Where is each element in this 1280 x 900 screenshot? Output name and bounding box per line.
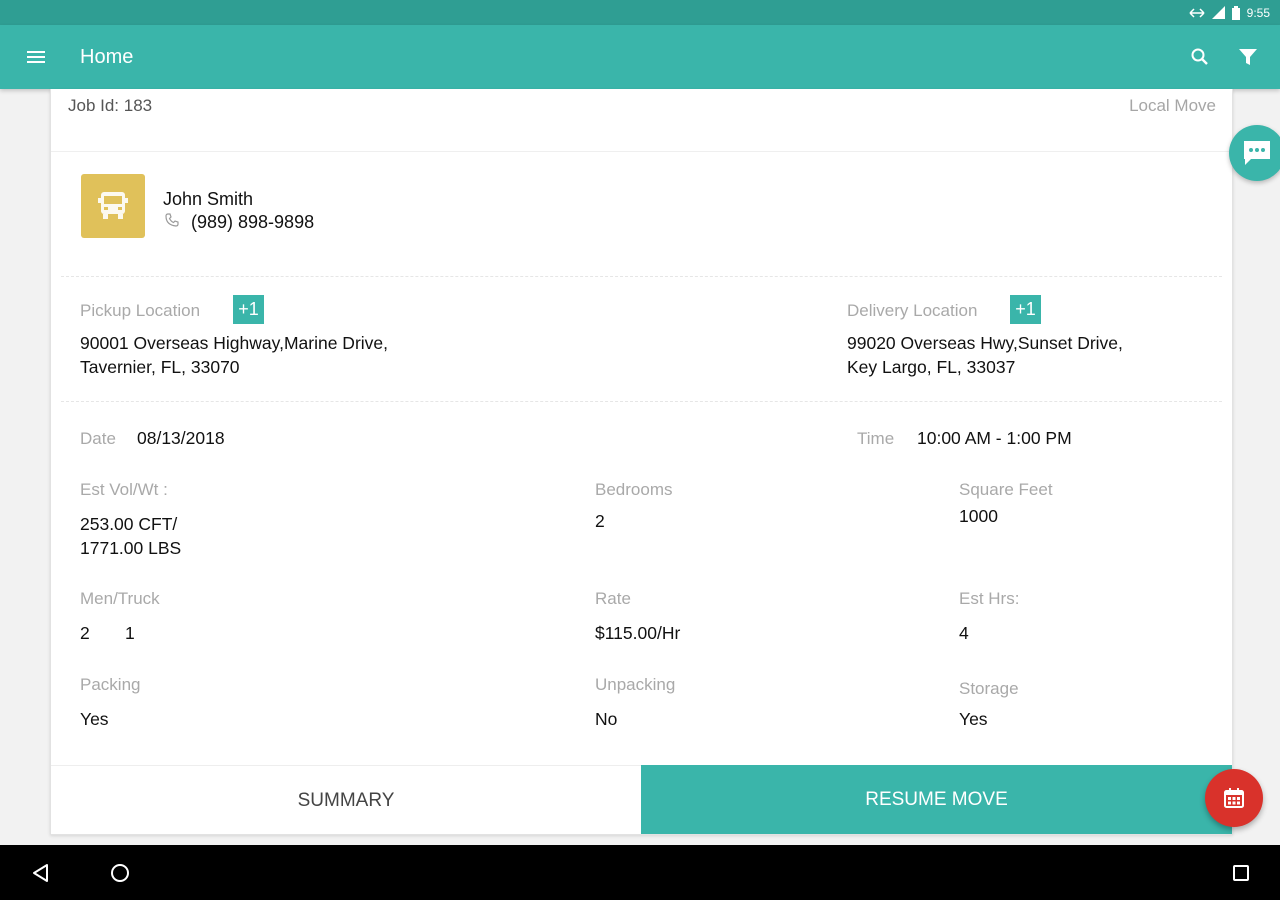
time-value: 10:00 AM - 1:00 PM — [917, 428, 1072, 448]
status-bar: 9:55 — [0, 0, 1280, 25]
status-time: 9:55 — [1246, 5, 1270, 20]
customer-phone[interactable]: (989) 898-9898 — [191, 212, 314, 233]
search-button[interactable] — [1188, 45, 1212, 69]
men-count: 2 — [80, 623, 90, 643]
data-sync-icon — [1189, 7, 1205, 18]
unpacking-value: No — [595, 709, 618, 729]
app-title: Home — [80, 46, 134, 68]
delivery-label: Delivery Location — [847, 301, 978, 320]
delivery-address-line1: 99020 Overseas Hwy,Sunset Drive, — [847, 333, 1123, 353]
recent-apps-button[interactable] — [1230, 862, 1252, 884]
customer-name: John Smith — [163, 189, 254, 209]
chat-icon — [1244, 141, 1270, 165]
status-icons: 9:55 — [1189, 4, 1270, 21]
calendar-icon — [1224, 788, 1244, 808]
divider — [51, 151, 1232, 152]
phone-icon — [165, 213, 179, 227]
est-vol-label: Est Vol/Wt : — [80, 480, 168, 499]
move-type: Local Move — [1129, 96, 1216, 115]
truck-count: 1 — [125, 623, 135, 643]
divider — [61, 401, 1222, 402]
time-label: Time — [857, 429, 895, 448]
delivery-address-line2: Key Largo, FL, 33037 — [847, 357, 1016, 377]
est-hrs-label: Est Hrs: — [959, 589, 1020, 608]
pickup-label: Pickup Location — [80, 301, 201, 320]
app-bar: Home — [0, 25, 1280, 89]
est-hrs-value: 4 — [959, 623, 969, 643]
pickup-address-line2: Tavernier, FL, 33070 — [80, 357, 240, 377]
divider — [61, 276, 1222, 277]
menu-icon — [27, 51, 45, 63]
home-button[interactable] — [109, 862, 131, 884]
date-label: Date — [80, 429, 116, 448]
summary-button[interactable]: SUMMARY — [51, 765, 641, 834]
pickup-extra-badge[interactable]: +1 — [233, 295, 264, 324]
signal-icon — [1211, 6, 1225, 19]
men-truck-label: Men/Truck — [80, 589, 160, 608]
filter-button[interactable] — [1236, 45, 1260, 69]
truck-tile — [81, 174, 145, 238]
storage-value: Yes — [959, 709, 988, 729]
square-feet-label: Square Feet — [959, 480, 1053, 499]
rate-value: $115.00/Hr — [595, 623, 681, 643]
job-id: Job Id: 183 — [68, 96, 153, 115]
recent-apps-icon — [1233, 865, 1249, 881]
search-icon — [1191, 48, 1208, 65]
square-feet-value: 1000 — [959, 506, 998, 526]
battery-icon — [1231, 5, 1240, 20]
storage-label: Storage — [959, 679, 1019, 698]
calendar-button[interactable] — [1205, 769, 1263, 827]
home-icon — [111, 864, 129, 882]
menu-button[interactable] — [24, 45, 48, 69]
packing-label: Packing — [80, 675, 141, 694]
packing-value: Yes — [80, 709, 109, 729]
delivery-extra-badge[interactable]: +1 — [1010, 295, 1041, 324]
pickup-address-line1: 90001 Overseas Highway,Marine Drive, — [80, 333, 389, 353]
chat-button[interactable] — [1229, 125, 1280, 181]
resume-move-button[interactable]: RESUME MOVE — [641, 765, 1232, 834]
bedrooms-label: Bedrooms — [595, 480, 673, 499]
job-card[interactable]: Job Id: 183 Local Move John Smith (989) … — [50, 89, 1233, 835]
navigation-bar — [0, 845, 1280, 900]
rate-label: Rate — [595, 589, 631, 608]
est-vol-value-line1: 253.00 CFT/ — [80, 514, 178, 534]
date-value: 08/13/2018 — [137, 428, 225, 448]
unpacking-label: Unpacking — [595, 675, 676, 694]
filter-icon — [1239, 49, 1257, 65]
back-button[interactable] — [30, 862, 52, 884]
bedrooms-value: 2 — [595, 511, 605, 531]
truck-icon — [98, 192, 128, 219]
back-icon — [33, 864, 48, 882]
est-vol-value-line2: 1771.00 LBS — [80, 538, 182, 558]
